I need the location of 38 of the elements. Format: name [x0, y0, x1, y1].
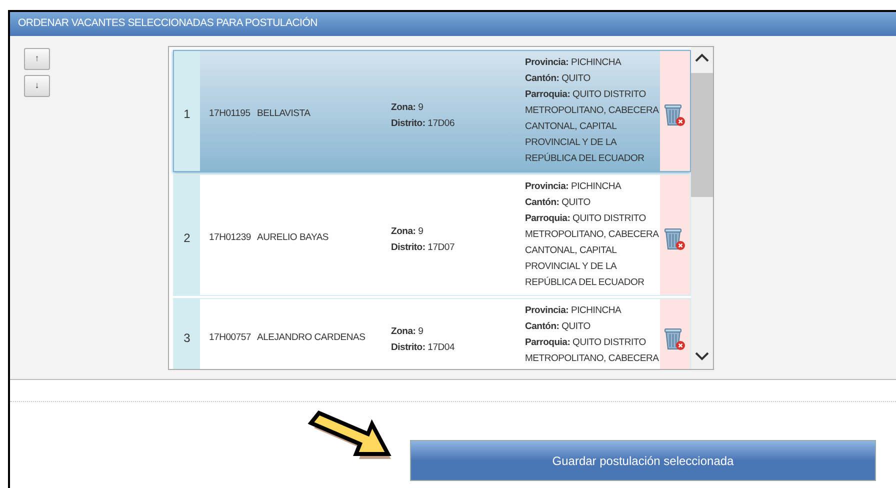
location-info: Provincia: PICHINCHA	[525, 304, 622, 318]
zone-info: Zona: 9	[391, 101, 424, 115]
row-number: 2	[174, 175, 200, 295]
panel-title: ORDENAR VACANTES SELECCIONADAS PARA POSTULACIÓN	[10, 12, 896, 36]
zone-info: Zona: 9	[391, 325, 424, 339]
location-info: Cantón: QUITO	[525, 320, 592, 334]
row-number: 3	[174, 299, 200, 369]
vacancy-code: 17H00757	[209, 330, 252, 345]
zone-info: Distrito: 17D06	[391, 117, 456, 131]
school-name: ALEJANDRO CARDENAS	[257, 330, 366, 345]
order-button[interactable]: ↑	[24, 48, 50, 70]
location-info: Cantón: QUITO	[525, 72, 592, 86]
chevron-up-icon[interactable]	[695, 53, 709, 62]
zone-info: Distrito: 17D07	[391, 241, 456, 255]
row-number: 1	[174, 51, 200, 171]
scrollbar-thumb[interactable]	[691, 73, 713, 197]
vacancy-row[interactable]: 3 17H00757 ALEJANDRO CARDENAS Zona: 9 Distrito: 17D04 Provincia: PICHINCHA Cantón: QUITO Parroquia: QUITO DISTRITO METROPOLITANO, CABECERA	[173, 298, 691, 369]
order-button[interactable]: ↓	[24, 75, 50, 97]
vacancy-row[interactable]: 2 17H01239 AURELIO BAYAS Zona: 9 Distrito: 17D07 Provincia: PICHINCHA Cantón: QUITO Parroquia: QUITO DISTRITO METROPOLITANO, CABECERA CANTONAL, CAPITAL PROVINCIAL Y DE LA REPÚBLICA DEL ECUADOR	[173, 174, 691, 296]
vacancy-row[interactable]: 1 17H01195 BELLAVISTA Zona: 9 Distrito: 17D06 Provincia: PICHINCHA Cantón: QUITO Parroquia: QUITO DISTRITO METROPOLITANO, CABECERA CANTONAL, CAPITAL PROVINCIAL Y DE LA REPÚBLICA DEL ECUADOR	[173, 50, 691, 172]
scrollbar[interactable]	[691, 47, 713, 369]
location-info: Provincia: PICHINCHA	[525, 180, 622, 194]
location-info: Provincia: PICHINCHA	[525, 56, 622, 70]
vacancy-code: 17H01239	[209, 230, 252, 245]
school-name: AURELIO BAYAS	[257, 230, 330, 245]
zone-info: Distrito: 17D04	[391, 341, 456, 355]
save-button[interactable]: Guardar postulación seleccionada	[410, 440, 876, 481]
location-info: Parroquia: QUITO DISTRITO METROPOLITANO, CABECERA CANTONAL, CAPITAL PROVINCIAL Y DE LA REPÚBLICA DEL ECUADOR	[525, 88, 659, 166]
trash-delete-icon[interactable]	[664, 327, 686, 351]
trash-delete-icon[interactable]	[664, 227, 686, 251]
school-name: BELLAVISTA	[257, 106, 312, 121]
location-info: Parroquia: QUITO DISTRITO METROPOLITANO, CABECERA CANTONAL, CAPITAL PROVINCIAL Y DE LA REPÚBLICA DEL ECUADOR	[525, 212, 659, 290]
trash-delete-icon[interactable]	[664, 103, 686, 127]
zone-info: Zona: 9	[391, 225, 424, 239]
chevron-down-icon[interactable]	[695, 352, 709, 361]
vacancy-code: 17H01195	[209, 106, 252, 121]
location-info: Parroquia: QUITO DISTRITO METROPOLITANO, CABECERA	[525, 336, 659, 366]
location-info: Cantón: QUITO	[525, 196, 592, 210]
